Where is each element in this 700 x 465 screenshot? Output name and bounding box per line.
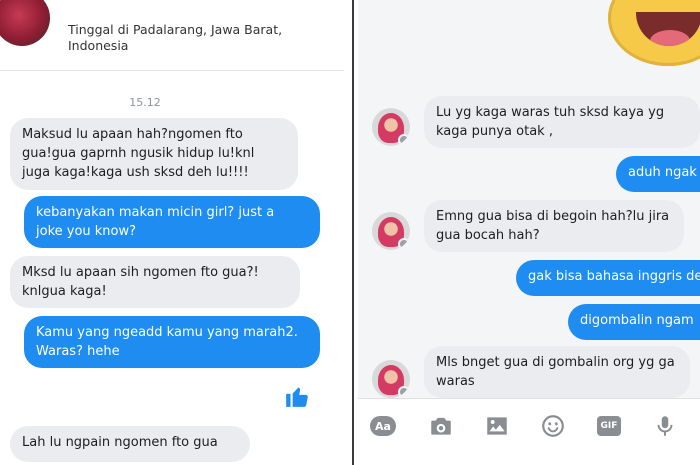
message-incoming[interactable]: Lu yg kaga waras tuh sksd kaya yg kaga p… <box>424 96 700 148</box>
message-incoming[interactable]: Lah lu ngpain ngomen fto gua <box>10 426 250 462</box>
emoji-icon[interactable] <box>540 413 566 439</box>
timestamp: 15.12 <box>129 96 161 109</box>
message-line: Lu yg kaga waras tuh sksd kaya yg <box>436 105 665 120</box>
composer-toolbar: Aa GIF <box>358 398 700 465</box>
message-incoming[interactable]: Mksd lu apaan sih ngomen fto gua?! knlgu… <box>10 256 300 308</box>
message-outgoing[interactable]: digombalin ngam <box>568 304 700 340</box>
text-format-label: Aa <box>370 416 396 436</box>
message-line: gua bocah hah? <box>436 228 540 243</box>
message-line: gua!gua gaprnh ngusik hidup lu!knl <box>22 146 255 161</box>
location-line-2: Indonesia <box>68 38 129 53</box>
aa-icon[interactable]: Aa <box>370 413 396 439</box>
message-outgoing[interactable]: gak bisa bahasa inggris de <box>516 260 700 296</box>
message-line: digombalin ngam <box>580 313 694 328</box>
message-outgoing[interactable]: aduh ngak <box>616 156 700 192</box>
profile-header: Tinggal di Padalarang, Jawa Barat, Indon… <box>0 0 344 71</box>
message-line: gak bisa bahasa inggris de <box>528 269 700 284</box>
panel-divider <box>344 0 358 465</box>
laughing-emoji-icon <box>608 0 700 66</box>
message-outgoing[interactable]: kebanyakan makan micin girl? just a joke… <box>24 196 320 248</box>
profile-location: Tinggal di Padalarang, Jawa Barat, Indon… <box>68 22 308 54</box>
message-line: Maksud lu apaan hah?ngomen fto <box>22 127 243 142</box>
gif-icon[interactable]: GIF <box>596 413 622 439</box>
contact-avatar[interactable] <box>372 212 410 250</box>
thumbs-up-icon[interactable] <box>284 383 310 409</box>
right-chat-panel: Lu yg kaga waras tuh sksd kaya yg kaga p… <box>358 0 700 465</box>
message-line: juga kaga!kaga ush sksd deh lu!!!! <box>22 165 249 180</box>
message-line: Lah lu ngpain ngomen fto gua <box>22 435 218 450</box>
message-incoming[interactable]: Maksud lu apaan hah?ngomen fto gua!gua g… <box>10 118 298 190</box>
message-line: kebanyakan makan micin girl? just a <box>36 205 275 220</box>
message-incoming[interactable]: Mls bnget gua di gombalin org yg ga wara… <box>424 346 690 398</box>
message-line: Kamu yang ngeadd kamu yang marah2. <box>36 325 298 340</box>
profile-avatar[interactable] <box>0 0 50 46</box>
message-line: aduh ngak <box>628 165 697 180</box>
message-line: Waras? hehe <box>36 344 120 359</box>
microphone-icon[interactable] <box>652 413 678 439</box>
message-line: Mksd lu apaan sih ngomen fto gua?! <box>22 265 259 280</box>
message-incoming[interactable]: Emng gua bisa di begoin hah?lu jira gua … <box>424 200 684 252</box>
location-line-1: Tinggal di Padalarang, Jawa Barat, <box>68 22 283 37</box>
message-outgoing[interactable]: Kamu yang ngeadd kamu yang marah2. Waras… <box>24 316 320 368</box>
image-icon[interactable] <box>484 413 510 439</box>
message-line: waras <box>436 374 475 389</box>
gif-label: GIF <box>597 416 621 436</box>
message-line: knlgua kaga! <box>22 284 107 299</box>
message-line: joke you know? <box>36 224 137 239</box>
contact-avatar[interactable] <box>372 108 410 146</box>
message-line: Mls bnget gua di gombalin org yg ga <box>436 355 675 370</box>
contact-avatar[interactable] <box>372 360 410 398</box>
message-line: kaga punya otak , <box>436 124 553 139</box>
message-line: Emng gua bisa di begoin hah?lu jira <box>436 209 670 224</box>
camera-icon[interactable] <box>428 413 454 439</box>
left-chat-panel: Tinggal di Padalarang, Jawa Barat, Indon… <box>0 0 344 465</box>
